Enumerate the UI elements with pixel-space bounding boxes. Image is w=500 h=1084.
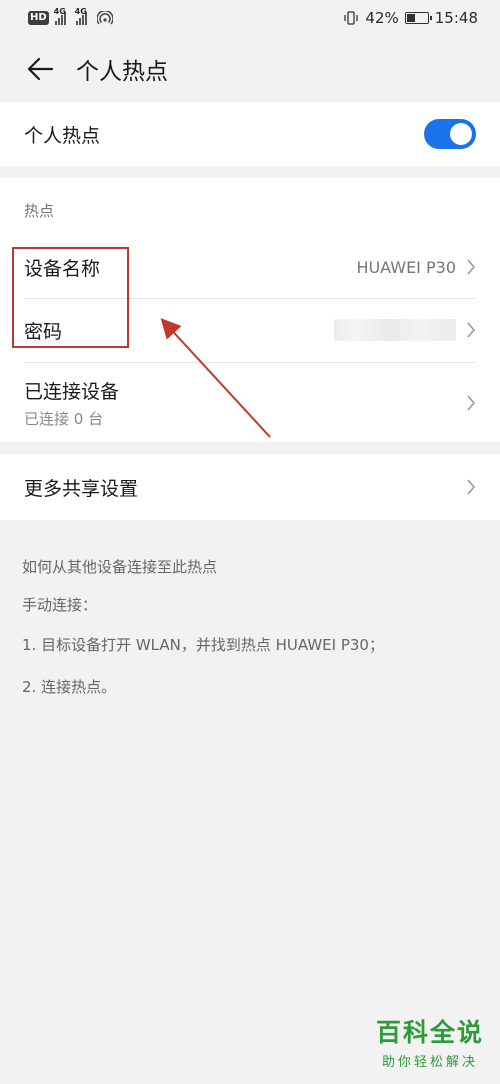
watermark-logo: 百科全说 助你轻松解决 bbox=[376, 1013, 484, 1070]
annotation-arrow-icon bbox=[160, 318, 271, 438]
watermark-subtitle: 助你轻松解决 bbox=[381, 1055, 478, 1070]
watermark-title: 百科全说 bbox=[375, 1018, 484, 1047]
